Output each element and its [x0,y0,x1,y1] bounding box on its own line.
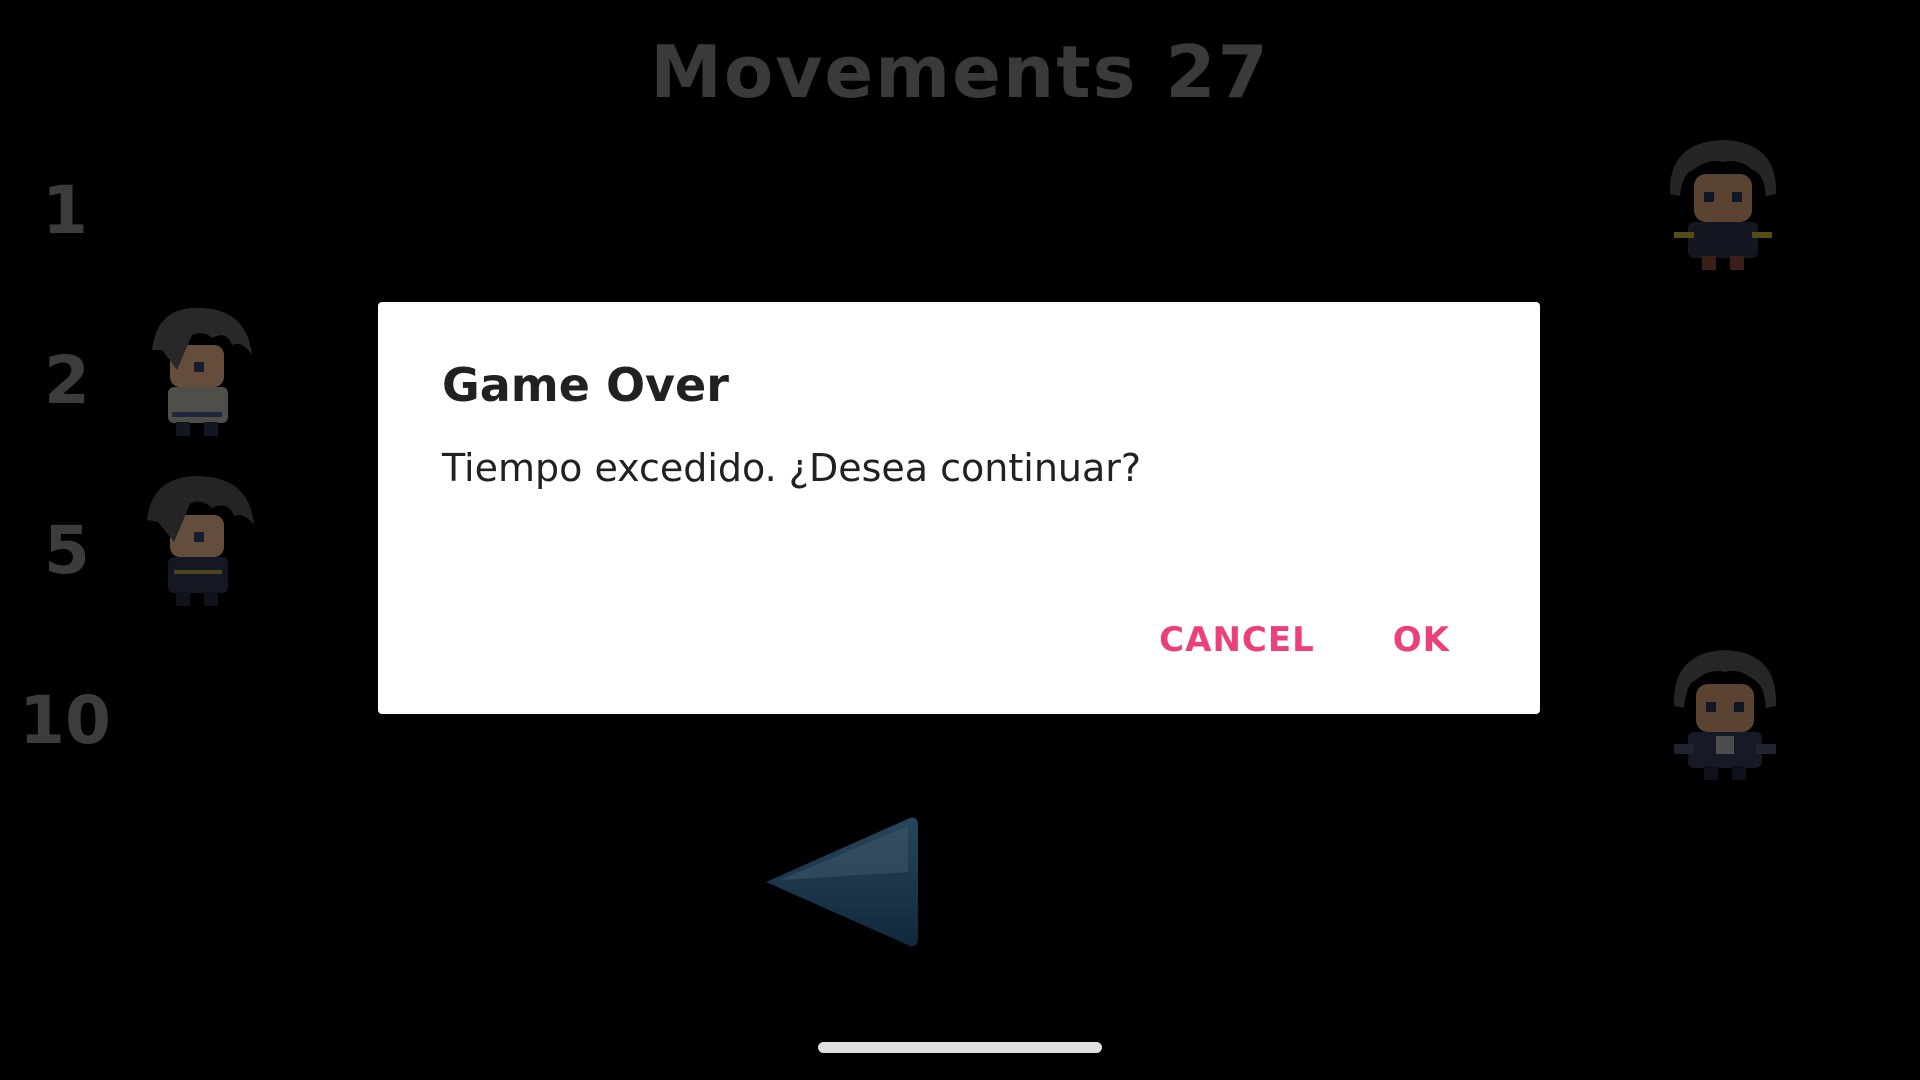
movements-label: Movements [650,30,1138,114]
character-sprite[interactable] [132,470,262,610]
dialog-message: Tiempo excedido. ¿Desea continuar? [442,446,1142,490]
character-sprite[interactable] [1660,644,1790,784]
game-screen: Movements 27 1 2 5 10 Game Over Tiempo e… [0,0,1920,1080]
row-number-2: 2 [44,342,90,419]
movements-count: 27 [1165,30,1270,114]
ok-button[interactable]: OK [1369,606,1474,674]
character-sprite[interactable] [1658,134,1788,274]
cancel-button[interactable]: CANCEL [1135,606,1339,674]
character-sprite[interactable] [132,300,262,440]
game-over-dialog: Game Over Tiempo excedido. ¿Desea contin… [378,302,1540,714]
row-number-10: 10 [19,682,111,759]
dialog-title: Game Over [442,358,729,412]
row-number-1: 1 [42,172,88,249]
dialog-actions: CANCEL OK [1135,606,1474,674]
move-left-button[interactable] [760,812,920,952]
movements-counter: Movements 27 [0,30,1920,114]
row-number-5: 5 [44,512,90,589]
home-indicator[interactable] [818,1042,1102,1053]
